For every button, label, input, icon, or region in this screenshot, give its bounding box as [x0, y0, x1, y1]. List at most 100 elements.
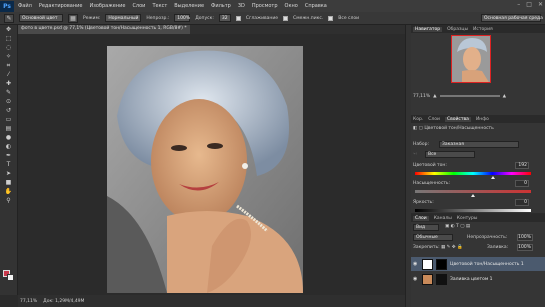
healing-tool-icon[interactable]: ✚ — [3, 80, 15, 88]
navigator-zoom-value[interactable]: 77,11% — [413, 94, 430, 99]
tab-properties[interactable]: Свойства — [444, 116, 471, 122]
clone-tool-icon[interactable]: ⊙ — [3, 98, 15, 106]
preset-dropdown[interactable]: Заказная — [439, 141, 519, 148]
layer-filter-dropdown[interactable]: Вид — [413, 224, 439, 231]
adjustment-layer-thumb — [422, 258, 433, 270]
saturation-value-input[interactable]: 0 — [515, 180, 529, 187]
maximize-icon[interactable]: □ — [526, 1, 532, 8]
contiguous-label: Смежн.пикс. — [293, 15, 324, 21]
fill-input[interactable]: 100% — [517, 244, 533, 251]
zoom-in-icon[interactable]: ▲ — [503, 94, 506, 99]
photoshop-logo: Ps — [0, 0, 14, 12]
hand-tool-icon[interactable]: ✋ — [3, 188, 15, 196]
visibility-eye-icon[interactable]: ◉ — [413, 261, 419, 267]
menu-view[interactable]: Просмотр — [252, 3, 278, 9]
antialias-checkbox[interactable] — [235, 15, 241, 21]
tab-layers[interactable]: Слои — [413, 215, 429, 221]
channel-dropdown[interactable]: Все — [425, 151, 475, 158]
source-dropdown[interactable]: Основной цвет — [19, 14, 63, 22]
saturation-slider-thumb[interactable] — [471, 194, 475, 197]
status-doc-size: Док: 1,29M/4,49M — [43, 298, 85, 304]
text-tool-icon[interactable]: T — [3, 161, 15, 169]
mode-label: Режим: — [83, 15, 101, 21]
tab-paths[interactable]: Контуры — [457, 216, 478, 221]
lock-icons[interactable]: ▦ ✎ ✥ 🔒 — [441, 245, 463, 250]
blur-tool-icon[interactable]: ● — [3, 134, 15, 142]
path-select-tool-icon[interactable]: ➤ — [3, 170, 15, 178]
tab-channels[interactable]: Каналы — [434, 216, 452, 221]
brush-tool-icon[interactable]: ✎ — [3, 89, 15, 97]
minimize-icon[interactable]: – — [517, 1, 520, 8]
tab-navigator[interactable]: Навигатор — [413, 26, 443, 32]
opacity-input[interactable]: 100% — [174, 14, 191, 22]
tolerance-input[interactable]: 32 — [218, 14, 231, 22]
fill-layer-thumb — [422, 273, 433, 285]
document-image[interactable] — [107, 46, 303, 293]
menu-layers[interactable]: Слои — [132, 3, 145, 9]
properties-panel: Кор. Слои Свойства Инфо ◧ ▢ Цветовой тон… — [411, 115, 545, 213]
contiguous-checkbox[interactable] — [283, 15, 289, 21]
tab-swatches[interactable]: Образцы — [447, 27, 468, 32]
dodge-tool-icon[interactable]: ◐ — [3, 143, 15, 151]
all-layers-checkbox[interactable] — [328, 15, 334, 21]
quick-select-tool-icon[interactable]: ✧ — [3, 53, 15, 61]
preset-grid-icon[interactable]: ▦ — [68, 13, 78, 23]
lasso-tool-icon[interactable]: ◌ — [3, 44, 15, 52]
blend-mode-dropdown[interactable]: Обычные — [413, 234, 453, 241]
layer-opacity-input[interactable]: 100% — [517, 234, 533, 241]
menu-3d[interactable]: 3D — [238, 3, 245, 9]
layer-name[interactable]: Цветовой тон/Насыщенность 1 — [450, 262, 524, 267]
crop-tool-icon[interactable]: ⌗ — [3, 62, 15, 70]
zoom-out-icon[interactable]: ▲ — [433, 94, 436, 99]
visibility-eye-icon[interactable]: ◉ — [413, 276, 419, 282]
background-color-swatch[interactable] — [7, 274, 14, 281]
hue-value-input[interactable]: 192 — [515, 162, 529, 169]
status-zoom[interactable]: 77,11% — [20, 299, 37, 304]
pen-tool-icon[interactable]: ✒ — [3, 152, 15, 160]
close-icon[interactable]: ✕ — [538, 1, 543, 8]
fill-label: Заливка: — [487, 245, 509, 250]
opacity-label: Непрозр.: — [146, 15, 170, 21]
workspace-dropdown[interactable]: Основная рабочая среда — [481, 14, 543, 22]
menu-edit[interactable]: Редактирование — [39, 3, 83, 9]
layer-mask-thumb — [436, 273, 447, 285]
saturation-slider-track[interactable] — [415, 190, 531, 193]
gradient-tool-icon[interactable]: ▤ — [3, 125, 15, 133]
layer-filter-icons[interactable]: ▣ ◐ T ▢ ▤ — [445, 224, 470, 229]
status-bar: 77,11% Док: 1,29M/4,49M — [18, 295, 405, 307]
brush-tool-icon[interactable]: ✎ — [4, 13, 14, 23]
target-hand-icon[interactable]: ☜ — [413, 152, 417, 157]
shape-tool-icon[interactable]: ■ — [3, 179, 15, 187]
menu-help[interactable]: Справка — [305, 3, 327, 9]
tab-history[interactable]: История — [473, 27, 493, 32]
eyedropper-tool-icon[interactable]: ⁄ — [3, 71, 15, 79]
lightness-value-input[interactable]: 0 — [515, 199, 529, 206]
layer-name[interactable]: Заливка цветом 1 — [450, 277, 493, 282]
tab-styles[interactable]: Слои — [428, 117, 440, 122]
layer-row[interactable]: ◉ Заливка цветом 1 — [411, 272, 545, 286]
hue-slider-thumb[interactable] — [491, 176, 495, 179]
document-tab[interactable]: фото в цвете.psd @ 77,1% (Цветовой тон/Н… — [18, 25, 190, 34]
navigator-zoom-slider[interactable] — [439, 95, 500, 97]
lock-label: Закрепить: — [413, 245, 440, 250]
saturation-label: Насыщенность: — [413, 181, 451, 186]
menu-window[interactable]: Окно — [285, 3, 298, 9]
menu-select[interactable]: Выделение — [174, 3, 204, 9]
menu-image[interactable]: Изображение — [89, 3, 125, 9]
layer-row[interactable]: ◉ Цветовой тон/Насыщенность 1 — [411, 257, 545, 271]
eraser-tool-icon[interactable]: ▭ — [3, 116, 15, 124]
marquee-tool-icon[interactable]: ⬚ — [3, 35, 15, 43]
tab-brush[interactable]: Кор. — [413, 117, 423, 122]
mode-dropdown[interactable]: Нормальный — [105, 14, 142, 22]
zoom-tool-icon[interactable]: ⚲ — [3, 197, 15, 205]
tab-info[interactable]: Инфо — [476, 117, 489, 122]
lightness-slider-track[interactable] — [415, 209, 531, 212]
menu-filter[interactable]: Фильтр — [211, 3, 231, 9]
move-tool-icon[interactable]: ✥ — [3, 26, 15, 34]
hue-slider-track[interactable] — [415, 172, 531, 175]
menu-file[interactable]: Файл — [18, 3, 32, 9]
navigator-thumbnail[interactable] — [451, 35, 491, 83]
history-brush-icon[interactable]: ↺ — [3, 107, 15, 115]
navigator-panel: Навигатор Образцы История 77,11% ▲ ▲ — [411, 25, 545, 115]
menu-text[interactable]: Текст — [152, 3, 167, 9]
